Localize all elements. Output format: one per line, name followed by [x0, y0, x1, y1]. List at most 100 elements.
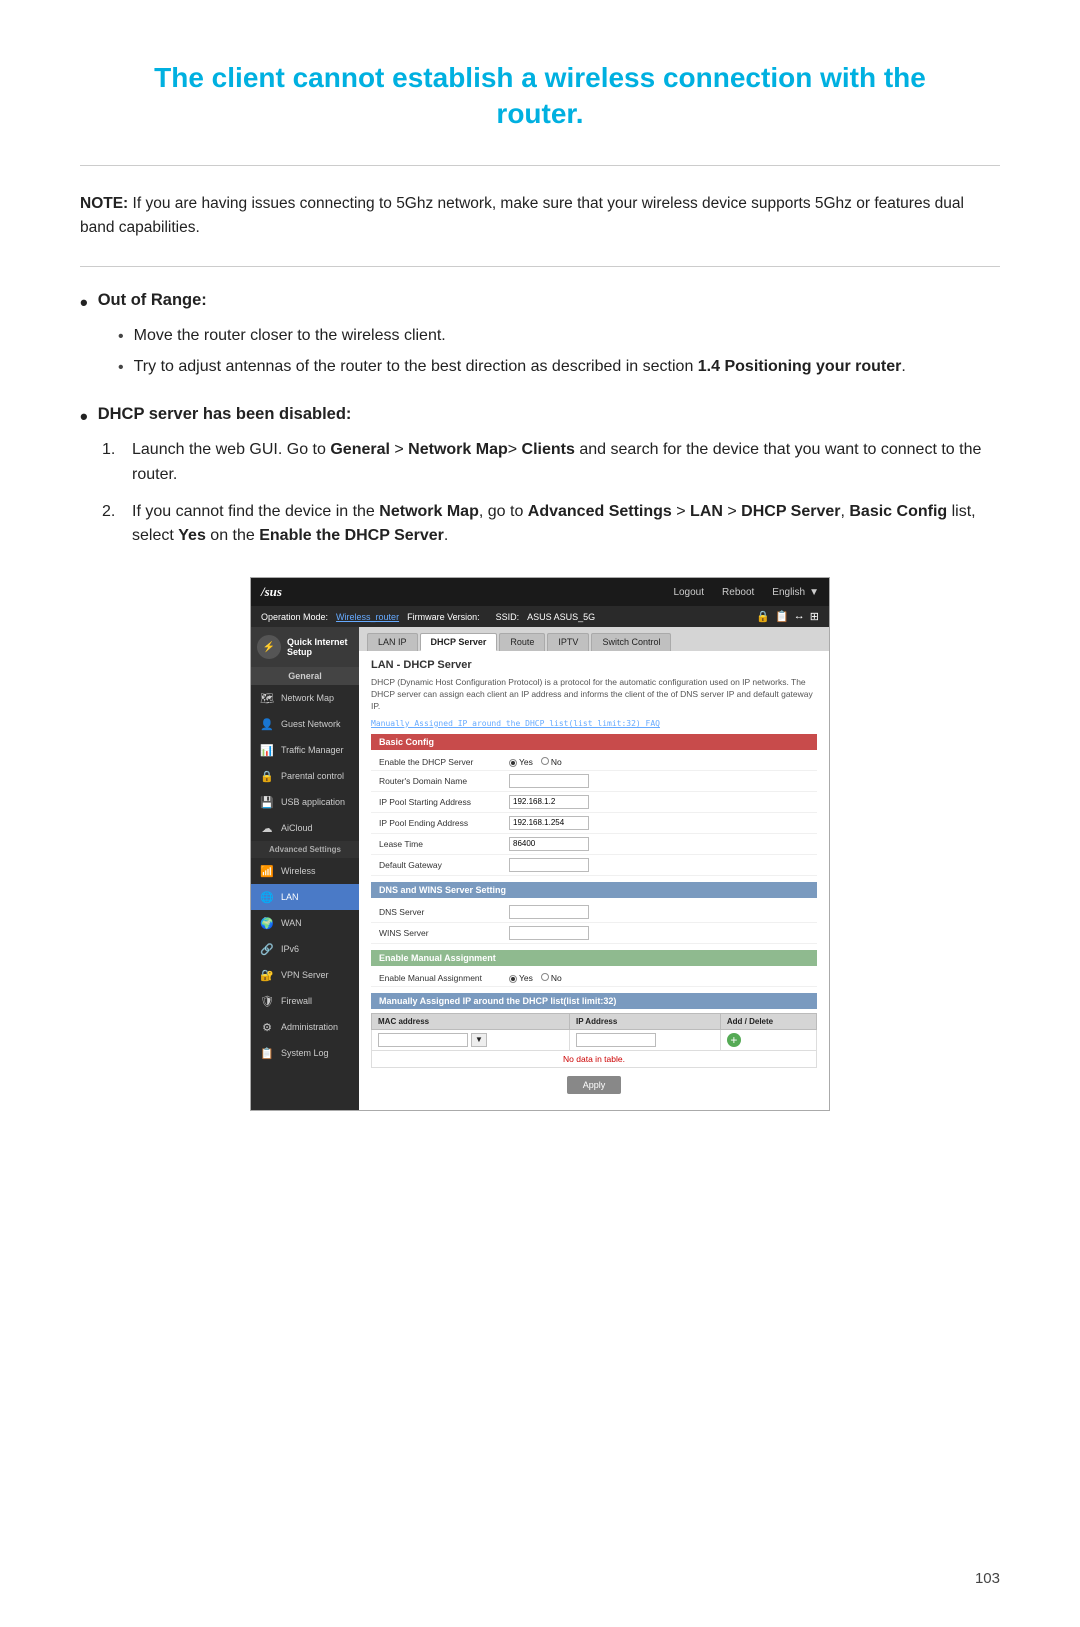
network-map-bold-1: Network Map	[408, 441, 508, 458]
default-gateway-value	[509, 858, 809, 872]
router-main-content: LAN IP DHCP Server Route IPTV Switch Con…	[359, 627, 829, 1110]
sidebar-item-parental-control[interactable]: 🔒 Parental control	[251, 763, 359, 789]
domain-name-label: Router's Domain Name	[379, 776, 509, 786]
main-title: LAN - DHCP Server	[371, 659, 817, 671]
dhcp-content: LAN - DHCP Server DHCP (Dynamic Host Con…	[359, 651, 829, 1110]
mac-address-input[interactable]	[378, 1033, 468, 1047]
lease-time-input[interactable]	[509, 837, 589, 851]
enable-dhcp-label: Enable the DHCP Server	[379, 757, 509, 767]
num-2: 2.	[102, 500, 122, 525]
lease-time-label: Lease Time	[379, 839, 509, 849]
language-selector[interactable]: English ▼	[772, 587, 819, 598]
ip-end-input[interactable]	[509, 816, 589, 830]
advanced-settings-header: Advanced Settings	[251, 841, 359, 858]
ip-address-input[interactable]	[576, 1033, 656, 1047]
tab-lan-ip[interactable]: LAN IP	[367, 633, 418, 651]
sidebar-item-guest-network[interactable]: 👤 Guest Network	[251, 711, 359, 737]
dns-label: DNS Server	[379, 907, 509, 917]
vpn-server-icon: 🔐	[259, 967, 275, 983]
bullet-main-dhcp: • DHCP server has been disabled:	[80, 405, 1000, 428]
yes-radio-dot[interactable]: Yes	[509, 757, 533, 767]
form-row-dns: DNS Server	[371, 902, 817, 923]
sidebar-item-wireless[interactable]: 📶 Wireless	[251, 858, 359, 884]
main-tabs: LAN IP DHCP Server Route IPTV Switch Con…	[359, 627, 829, 651]
traffic-manager-label: Traffic Manager	[281, 745, 344, 755]
page-container: The client cannot establish a wireless c…	[80, 60, 1000, 1111]
logout-button[interactable]: Logout	[673, 587, 704, 598]
enable-dhcp-radio[interactable]: Yes No	[509, 757, 562, 767]
sub-dot-2: •	[118, 355, 124, 381]
yes-bold: Yes	[178, 527, 206, 544]
add-row-button[interactable]: +	[727, 1033, 741, 1047]
manual-assignment-header: Enable Manual Assignment	[371, 950, 817, 966]
router-screenshot: /sus Logout Reboot English ▼ Operation M…	[250, 577, 830, 1111]
op-mode-value[interactable]: Wireless_router	[336, 612, 399, 622]
ssid-label: SSID:	[496, 612, 520, 622]
traffic-manager-icon: 📊	[259, 742, 275, 758]
ssid-value: ASUS ASUS_5G	[527, 612, 595, 622]
router-status-icons: 🔒 📋 ↔ ⊞	[756, 610, 819, 623]
sidebar-item-vpn-server[interactable]: 🔐 VPN Server	[251, 962, 359, 988]
usb-application-icon: 💾	[259, 794, 275, 810]
note-label: NOTE:	[80, 195, 128, 212]
form-row-enable-dhcp: Enable the DHCP Server Yes No	[371, 754, 817, 771]
ip-start-input[interactable]	[509, 795, 589, 809]
dns-input[interactable]	[509, 905, 589, 919]
sub-dot-1: •	[118, 324, 124, 350]
quick-setup-label: Quick Internet Setup	[287, 637, 353, 657]
ip-col-header: IP Address	[569, 1013, 720, 1029]
form-row-default-gateway: Default Gateway	[371, 855, 817, 876]
firmware-label: Firmware Version:	[407, 612, 480, 622]
quick-internet-setup[interactable]: ⚡ Quick Internet Setup	[251, 627, 359, 667]
bullet-dot-2: •	[80, 406, 88, 428]
domain-name-input[interactable]	[509, 774, 589, 788]
section-dhcp: • DHCP server has been disabled: 1. Laun…	[80, 405, 1000, 549]
manual-radio[interactable]: Yes No	[509, 973, 562, 983]
wins-input[interactable]	[509, 926, 589, 940]
sidebar-item-ipv6[interactable]: 🔗 IPv6	[251, 936, 359, 962]
dhcp-item-1: 1. Launch the web GUI. Go to General > N…	[102, 438, 1000, 488]
sidebar-item-system-log[interactable]: 📋 System Log	[251, 1040, 359, 1066]
manual-no-dot[interactable]: No	[541, 973, 562, 983]
tab-switch-control[interactable]: Switch Control	[591, 633, 671, 651]
divider-note	[80, 266, 1000, 267]
sidebar-item-firewall[interactable]: 🛡 Firewall	[251, 988, 359, 1014]
clients-bold: Clients	[522, 441, 575, 458]
divider-top	[80, 165, 1000, 166]
dhcp-faq-link[interactable]: Manually_Assigned_IP_around_the_DHCP_lis…	[371, 719, 817, 728]
sidebar-item-lan[interactable]: 🌐 LAN	[251, 884, 359, 910]
firewall-icon: 🛡	[259, 993, 275, 1009]
sidebar-item-wan[interactable]: 🌍 WAN	[251, 910, 359, 936]
ip-start-value	[509, 795, 809, 809]
language-label: English	[772, 587, 805, 598]
lan-icon: 🌐	[259, 889, 275, 905]
mac-dropdown-arrow[interactable]: ▼	[471, 1033, 487, 1047]
no-radio-dot[interactable]: No	[541, 757, 562, 767]
network-map-icon: 🗺	[259, 690, 275, 706]
add-delete-cell: +	[720, 1029, 816, 1050]
manual-yes-dot[interactable]: Yes	[509, 973, 533, 983]
sidebar-item-traffic-manager[interactable]: 📊 Traffic Manager	[251, 737, 359, 763]
ipv6-icon: 🔗	[259, 941, 275, 957]
tab-iptv[interactable]: IPTV	[547, 633, 589, 651]
domain-name-value	[509, 774, 809, 788]
mac-col-header: MAC address	[372, 1013, 570, 1029]
form-row-domain-name: Router's Domain Name	[371, 771, 817, 792]
sidebar-item-network-map[interactable]: 🗺 Network Map	[251, 685, 359, 711]
reboot-button[interactable]: Reboot	[722, 587, 754, 598]
bullet-main-out-of-range: • Out of Range:	[80, 291, 1000, 314]
sidebar-item-aicloud[interactable]: ☁ AiCloud	[251, 815, 359, 841]
mac-address-table: MAC address IP Address Add / Delete	[371, 1013, 817, 1068]
tab-route[interactable]: Route	[499, 633, 545, 651]
bullet-dot-1: •	[80, 292, 88, 314]
sidebar-item-usb-application[interactable]: 💾 USB application	[251, 789, 359, 815]
sidebar-item-administration[interactable]: ⚙ Administration	[251, 1014, 359, 1040]
bullet-sub-1: • Move the router closer to the wireless…	[118, 324, 1000, 350]
out-of-range-title: Out of Range:	[98, 291, 207, 310]
guest-network-icon: 👤	[259, 716, 275, 732]
dhcp-step-1: Launch the web GUI. Go to General > Netw…	[132, 438, 1000, 488]
default-gateway-input[interactable]	[509, 858, 589, 872]
no-data-row: No data in table.	[372, 1050, 817, 1067]
tab-dhcp-server[interactable]: DHCP Server	[420, 633, 498, 651]
apply-button[interactable]: Apply	[567, 1076, 622, 1094]
